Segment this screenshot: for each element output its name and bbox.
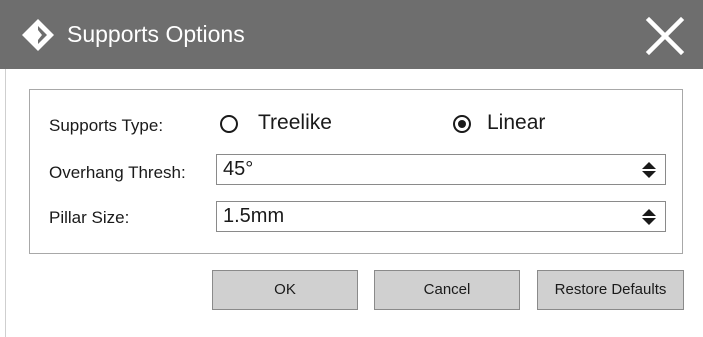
diamond-logo-icon [22,19,54,51]
overhang-thresh-label: Overhang Thresh: [49,163,186,182]
pillar-size-input[interactable] [223,202,623,231]
dialog-frame-edge [5,69,6,337]
dialog-title: Supports Options [67,21,245,47]
dialog-titlebar: Supports Options [0,0,703,69]
supports-type-label: Supports Type: [49,116,164,135]
ok-button[interactable]: OK [212,270,358,310]
overhang-thresh-spinbox[interactable] [216,154,666,185]
overhang-thresh-input[interactable] [223,155,623,184]
restore-defaults-button[interactable]: Restore Defaults [537,270,684,310]
pillar-size-spinbox[interactable] [216,201,666,232]
up-down-arrows-icon[interactable] [641,161,657,179]
pillar-size-label: Pillar Size: [49,208,130,227]
up-down-arrows-icon[interactable] [641,208,657,226]
radio-linear[interactable] [453,115,471,133]
radio-linear-label[interactable]: Linear [487,111,545,135]
cancel-button[interactable]: Cancel [374,270,520,310]
radio-treelike-label[interactable]: Treelike [258,111,332,135]
radio-treelike[interactable] [220,115,238,133]
radio-selected-dot [458,120,466,128]
close-icon[interactable] [645,16,685,56]
